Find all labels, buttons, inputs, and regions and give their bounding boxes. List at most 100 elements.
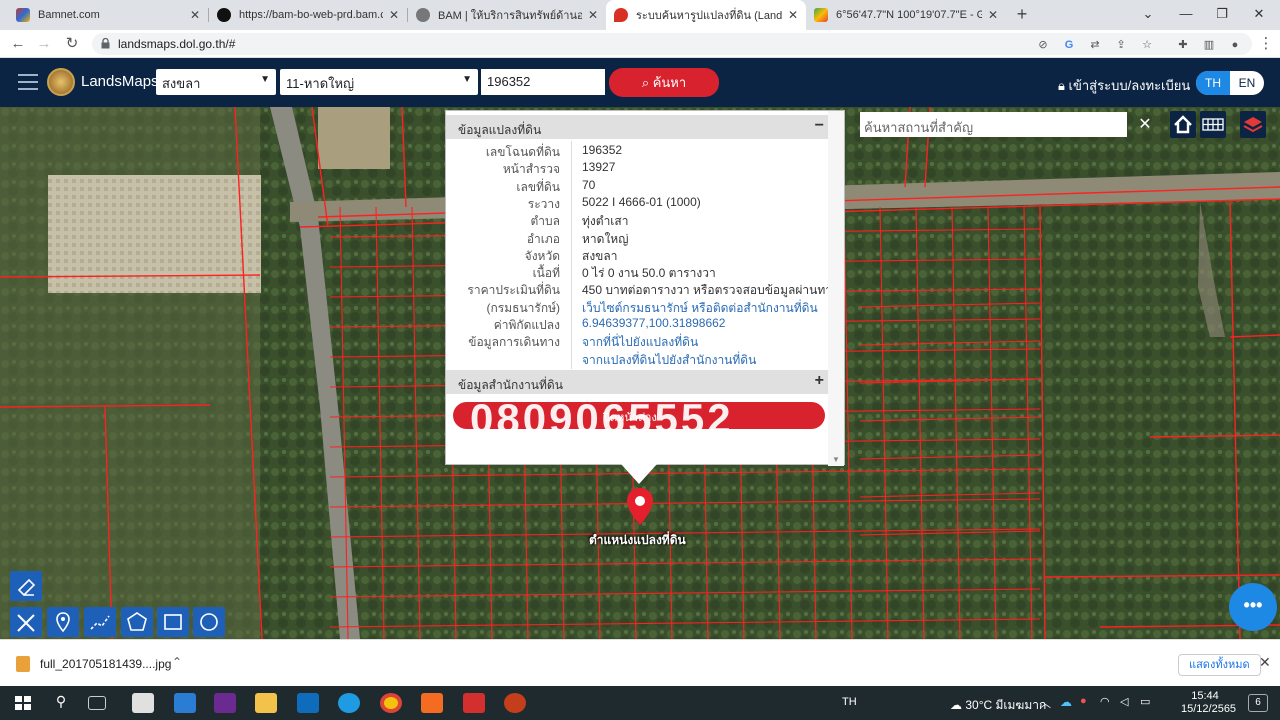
attribute-link[interactable]: 6.94639377,100.31898662 (582, 316, 725, 330)
forward-arrow-icon[interactable]: → (34, 34, 54, 54)
task-view-icon[interactable] (88, 696, 106, 710)
attribute-key: เลขโฉนดที่ดิน (485, 145, 560, 159)
tab-bam-bo[interactable]: https://bam-bo-web-prd.bam.co ✕ (209, 0, 407, 30)
province-select[interactable]: สงขลา ▼ (156, 69, 276, 95)
lock-icon (101, 38, 110, 49)
lang-en-button[interactable]: EN (1230, 71, 1264, 95)
circle-icon[interactable] (193, 607, 225, 637)
attribute-key: (กรมธนารักษ์) (486, 300, 561, 315)
attribute-link[interactable]: จากที่นี่ไปยังแปลงที่ดิน (582, 333, 698, 352)
lang-th-button[interactable]: TH (1196, 71, 1230, 95)
profile-avatar-icon[interactable]: ● (1228, 38, 1242, 52)
popup-pointer (621, 464, 657, 484)
rectangle-icon[interactable] (157, 607, 189, 637)
battery-icon[interactable]: ▭ (1140, 695, 1162, 715)
download-filename[interactable]: full_201705181439....jpg (40, 657, 171, 671)
polygon-icon[interactable] (121, 607, 153, 637)
download-bar: full_201705181439....jpg ⌃ แสดงทั้งหมด ✕ (0, 639, 1280, 686)
attribute-key: ราคาประเมินที่ดิน (467, 283, 560, 298)
input-language[interactable]: TH (842, 696, 857, 708)
reload-icon[interactable]: ↻ (62, 34, 82, 54)
tab-search-chevron-icon[interactable]: ⌄ (1137, 4, 1159, 24)
scroll-down-icon[interactable]: ▼ (832, 455, 840, 464)
wifi-icon[interactable]: ◠ (1100, 695, 1122, 715)
show-all-downloads-button[interactable]: แสดงทั้งหมด (1178, 654, 1261, 676)
close-icon[interactable]: ✕ (190, 8, 200, 22)
collapse-icon[interactable]: − (815, 117, 824, 135)
ruler-tools-icon[interactable] (10, 607, 42, 637)
chevron-up-icon[interactable]: ⌃ (172, 655, 182, 669)
grid-layer-icon[interactable] (1200, 111, 1226, 138)
tab-bamnet[interactable]: Bamnet.com ✕ (8, 0, 208, 30)
volume-icon[interactable]: ◁ (1120, 695, 1142, 715)
close-icon[interactable]: ✕ (988, 8, 998, 22)
layers-icon[interactable] (1240, 111, 1266, 138)
tab-bam[interactable]: BAM | ให้บริการสินทรัพย์ด้านอสังหาริ ✕ (408, 0, 606, 30)
edge-icon[interactable] (338, 693, 360, 713)
landmark-search-input[interactable]: ค้นหาสถานที่สำคัญ (860, 112, 1127, 137)
mail-icon[interactable] (174, 693, 196, 713)
parcel-info-header[interactable]: ข้อมูลแปลงที่ดิน − (446, 115, 830, 139)
site-permission-icon[interactable]: ⊘ (1036, 38, 1050, 52)
district-select[interactable]: 11-หาดใหญ่ ▼ (280, 69, 478, 95)
parcel-info-popup: ข้อมูลแปลงที่ดิน − เลขโฉนดที่ดิน 196352 หน… (445, 110, 845, 466)
acrobat-icon[interactable] (463, 693, 485, 713)
close-icon[interactable]: ✕ (588, 8, 598, 22)
search-button[interactable]: ⌕ ค้นหา (609, 68, 719, 97)
attribute-link[interactable]: จากแปลงที่ดินไปยังสำนักงานที่ดิน (582, 351, 756, 370)
popup-scrollbar[interactable]: ▼ (828, 111, 844, 466)
weather-widget[interactable]: ☁ 30°C มีเมฆมาก (950, 696, 1046, 715)
attribute-row: อำเภอ หาดใหญ่ (446, 230, 830, 247)
land-office-header[interactable]: ข้อมูลสำนักงานที่ดิน + (446, 370, 830, 394)
eraser-icon[interactable] (10, 571, 42, 601)
network-alert-icon[interactable]: ● (1080, 695, 1102, 715)
new-tab-button[interactable]: + (1012, 3, 1032, 25)
outlook-icon[interactable] (297, 693, 319, 713)
location-pin-icon[interactable] (625, 487, 655, 527)
expand-icon[interactable]: + (815, 372, 824, 390)
bamnet-favicon-icon (16, 8, 30, 22)
star-bookmark-icon[interactable]: ☆ (1140, 38, 1154, 52)
more-options-button[interactable]: ••• (1229, 583, 1277, 631)
kebab-menu-icon[interactable]: ⋮ (1256, 34, 1276, 54)
tab-google-maps[interactable]: 6°56'47.7"N 100°19'07.7"E - Goog ✕ (806, 0, 1006, 30)
parcel-number-input[interactable]: 196352 (481, 69, 605, 95)
clear-search-icon[interactable]: ✕ (1136, 112, 1154, 137)
windows-start-icon[interactable] (12, 693, 34, 713)
tab-title: BAM | ให้บริการสินทรัพย์ด้านอสังหาริ (438, 10, 582, 22)
close-icon[interactable]: ✕ (788, 8, 798, 22)
search-icon[interactable]: ⚲ (50, 693, 72, 713)
google-icon[interactable]: G (1062, 38, 1076, 52)
marker-point-icon[interactable] (47, 607, 79, 637)
tray-chevron-icon[interactable]: ︿ (1040, 695, 1062, 715)
tab-landsmaps[interactable]: ระบบค้นหารูปแปลงที่ดิน (LandsMaps ✕ (606, 0, 806, 30)
clock[interactable]: 15:44 15/12/2565 (1181, 690, 1236, 716)
close-icon[interactable]: ✕ (389, 8, 399, 22)
side-panel-icon[interactable]: ▥ (1202, 38, 1216, 52)
attribute-value: 70 (582, 177, 596, 192)
share-icon[interactable]: ⇪ (1114, 38, 1128, 52)
file-explorer-icon[interactable] (255, 693, 277, 713)
maximize-button[interactable]: ❐ (1211, 4, 1233, 24)
bbs-app-icon[interactable] (214, 693, 236, 713)
polyline-icon[interactable] (84, 607, 116, 637)
attribute-link[interactable]: เว็บไซต์กรมธนารักษ์ หรือติดต่อสำนักงานที… (582, 299, 818, 318)
attribute-row: เลขที่ดิน 70 (446, 178, 830, 195)
close-window-button[interactable]: ✕ (1248, 4, 1270, 24)
translate-icon[interactable]: ⇄ (1088, 38, 1102, 52)
chevron-down-icon: ▼ (260, 74, 270, 85)
login-register-link[interactable]: 🔒︎ เข้าสู่ระบบ/ลงทะเบียน (1058, 75, 1190, 96)
notification-count-badge[interactable]: 6 (1248, 694, 1268, 712)
back-arrow-icon[interactable]: ← (8, 34, 28, 54)
url-omnibox[interactable]: landsmaps.dol.go.th/# ⊘ G ⇄ ⇪ ☆ ✚ ▥ ● (92, 33, 1252, 55)
chrome-icon[interactable] (380, 693, 402, 713)
home-icon[interactable] (1170, 111, 1196, 138)
home-app-icon[interactable] (421, 693, 443, 713)
powerpoint-icon[interactable] (504, 693, 526, 713)
onedrive-cloud-icon[interactable]: ☁ (1060, 695, 1082, 715)
extensions-puzzle-icon[interactable]: ✚ (1176, 38, 1190, 52)
store-icon[interactable] (132, 693, 154, 713)
hamburger-menu-icon[interactable] (18, 74, 38, 90)
minimize-button[interactable]: — (1175, 4, 1197, 24)
close-icon[interactable]: ✕ (1259, 654, 1271, 671)
